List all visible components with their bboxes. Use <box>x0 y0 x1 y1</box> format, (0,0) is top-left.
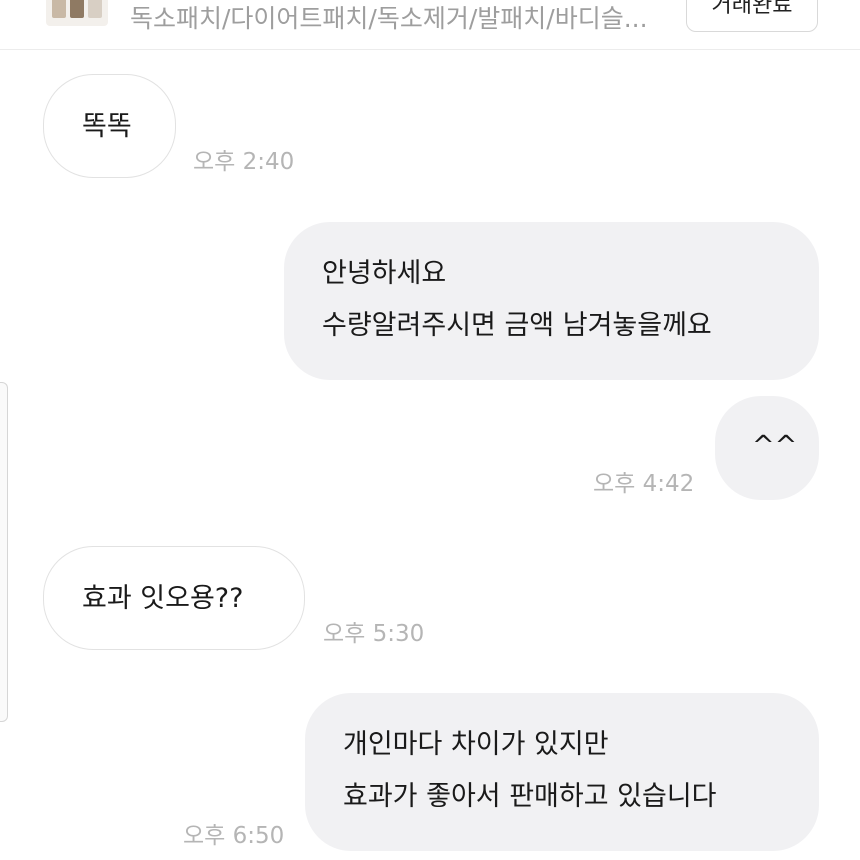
message-timestamp: 오후 6:50 <box>183 823 285 849</box>
message-bubble-outgoing: ^^ <box>715 396 819 500</box>
transaction-status-button[interactable]: 거래완료 <box>686 0 818 32</box>
message-text: 수량알려주시면 금액 남겨놓을께요 <box>322 310 712 341</box>
side-scroll-handle[interactable] <box>0 382 8 722</box>
message-text: 효과 잇오용?? <box>82 583 244 614</box>
message-bubble-outgoing: 안녕하세요 수량알려주시면 금액 남겨놓을께요 <box>284 222 819 380</box>
product-title[interactable]: 독소패치/다이어트패치/독소제거/발패치/바디슬... <box>130 2 675 36</box>
message-text: ^^ <box>752 430 798 461</box>
message-text: 개인마다 차이가 있지만 <box>343 729 609 760</box>
message-timestamp: 오후 2:40 <box>193 149 295 175</box>
message-timestamp: 오후 5:30 <box>323 621 425 647</box>
product-header: 독소패치/다이어트패치/독소제거/발패치/바디슬... 거래완료 <box>0 0 860 50</box>
product-thumbnail[interactable] <box>46 0 108 26</box>
message-text: 안녕하세요 <box>322 258 447 289</box>
message-text: 효과가 좋아서 판매하고 있습니다 <box>343 781 717 812</box>
message-text: 똑똑 <box>82 111 132 142</box>
message-bubble-incoming: 똑똑 <box>43 74 176 178</box>
message-timestamp: 오후 4:42 <box>593 471 695 497</box>
message-bubble-outgoing: 개인마다 차이가 있지만 효과가 좋아서 판매하고 있습니다 <box>305 693 819 851</box>
message-bubble-incoming: 효과 잇오용?? <box>43 546 305 650</box>
